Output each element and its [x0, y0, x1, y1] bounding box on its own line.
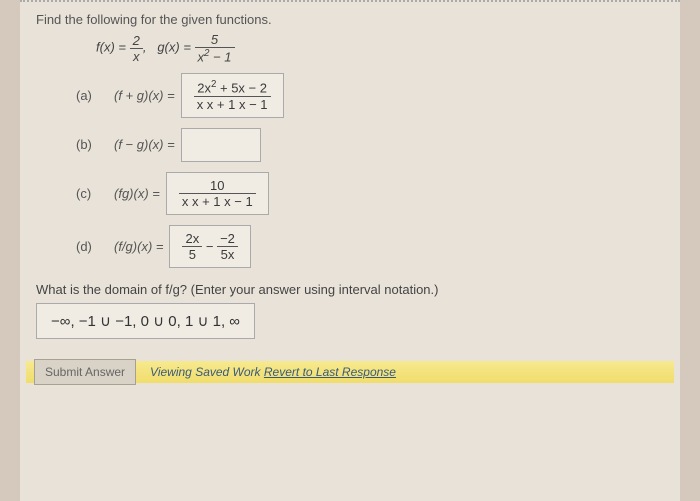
part-b-expr: (f − g)(x) = [114, 137, 175, 152]
d-term1: 2x 5 [182, 232, 202, 261]
domain-answer[interactable]: −∞, −1 ∪ −1, 0 ∪ 0, 1 ∪ 1, ∞ [36, 303, 255, 339]
g-lhs: g(x) = [157, 40, 191, 55]
part-c-fraction: 10 x x + 1 x − 1 [179, 179, 256, 208]
part-c-num: 10 [179, 179, 256, 194]
d-t1-num: 2x [182, 232, 202, 247]
sep: , [143, 40, 147, 55]
function-definitions: f(x) = 2 x , g(x) = 5 x2 − 1 [96, 33, 664, 63]
part-c-label: (c) [76, 186, 104, 201]
f-lhs: f(x) = [96, 40, 126, 55]
part-d-expr: (f/g)(x) = [114, 239, 163, 254]
part-b: (b) (f − g)(x) = [76, 128, 664, 162]
a-num-pre: 2x [197, 81, 211, 96]
part-c-den: x x + 1 x − 1 [179, 194, 256, 208]
domain-question: What is the domain of f/g? (Enter your a… [36, 282, 664, 297]
part-b-answer[interactable] [181, 128, 261, 162]
part-a-num: 2x2 + 5x − 2 [194, 80, 271, 96]
d-t1-den: 5 [182, 247, 202, 261]
part-a: (a) (f + g)(x) = 2x2 + 5x − 2 x x + 1 x … [76, 73, 664, 117]
d-t2-num: −2 [217, 232, 238, 247]
g-numerator: 5 [195, 33, 235, 48]
part-c-answer[interactable]: 10 x x + 1 x − 1 [166, 172, 269, 215]
revert-link[interactable]: Revert to Last Response [264, 365, 396, 379]
part-a-expr: (f + g)(x) = [114, 88, 175, 103]
f-numerator: 2 [130, 34, 143, 49]
d-t2-den: 5x [217, 247, 238, 261]
part-a-answer[interactable]: 2x2 + 5x − 2 x x + 1 x − 1 [181, 73, 284, 117]
part-c: (c) (fg)(x) = 10 x x + 1 x − 1 [76, 172, 664, 215]
saved-work-text: Viewing Saved Work Revert to Last Respon… [150, 365, 396, 379]
submit-answer-button[interactable]: Submit Answer [34, 359, 136, 385]
part-d-label: (d) [76, 239, 104, 254]
part-d: (d) (f/g)(x) = 2x 5 − −2 5x [76, 225, 664, 268]
f-denominator: x [130, 49, 143, 63]
part-a-fraction: 2x2 + 5x − 2 x x + 1 x − 1 [194, 80, 271, 110]
viewing-label: Viewing Saved Work [150, 365, 264, 379]
part-c-expr: (fg)(x) = [114, 186, 160, 201]
part-a-label: (a) [76, 88, 104, 103]
d-minus: − [206, 239, 214, 254]
g-denominator: x2 − 1 [195, 48, 235, 63]
d-term2: −2 5x [217, 232, 238, 261]
a-num-post: + 5x − 2 [216, 81, 267, 96]
problem-prompt: Find the following for the given functio… [36, 12, 664, 27]
footer: Submit Answer Viewing Saved Work Revert … [36, 357, 664, 387]
part-a-den: x x + 1 x − 1 [194, 97, 271, 111]
g-den-rest: − 1 [209, 49, 231, 64]
g-fraction: 5 x2 − 1 [195, 33, 235, 63]
f-fraction: 2 x [130, 34, 143, 63]
part-d-answer[interactable]: 2x 5 − −2 5x [169, 225, 250, 268]
part-b-label: (b) [76, 137, 104, 152]
